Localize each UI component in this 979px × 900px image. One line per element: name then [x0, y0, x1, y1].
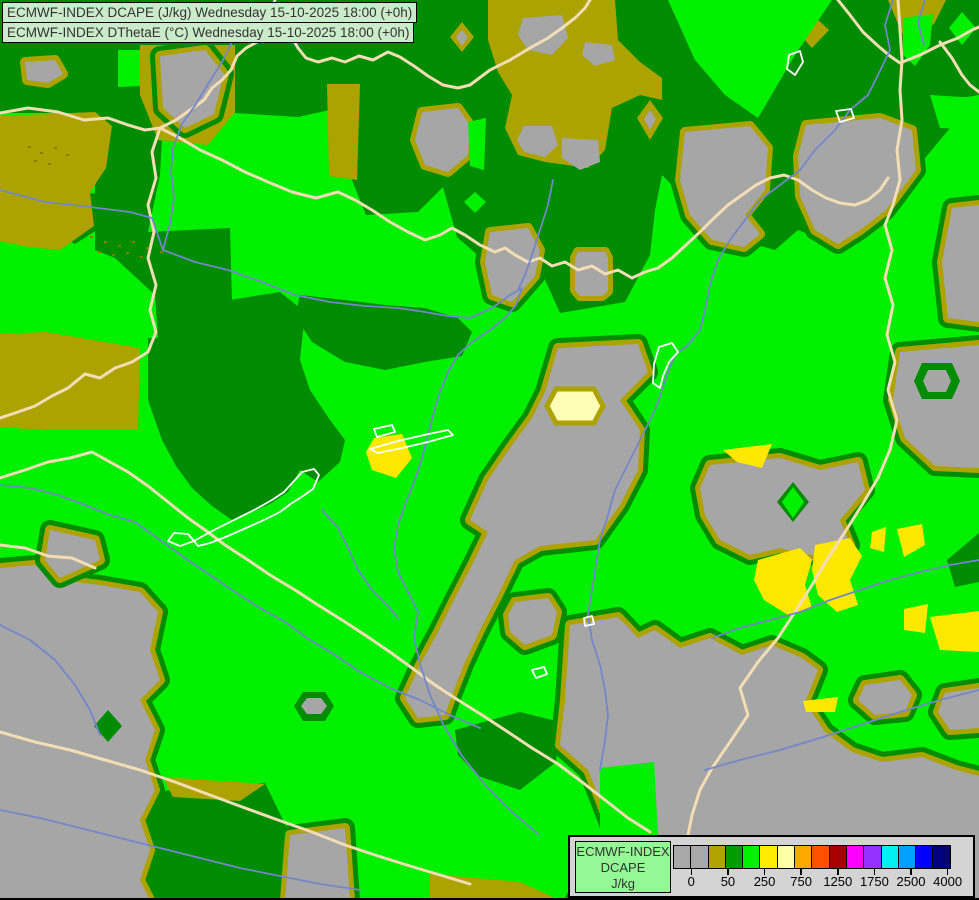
region-pale-yellow — [544, 386, 606, 426]
terrain-dot — [140, 256, 143, 258]
region-dark-green — [148, 783, 288, 900]
terrain-dot — [28, 146, 31, 148]
region-gray — [0, 565, 160, 900]
legend-swatch — [811, 845, 830, 869]
weather-map: ECMWF-INDEX DCAPE (J/kg) Wednesday 15-10… — [0, 0, 979, 900]
legend-title-model: ECMWF-INDEX — [576, 844, 670, 859]
region-olive — [327, 84, 360, 180]
terrain-dot — [34, 160, 37, 162]
legend-swatch — [863, 845, 882, 869]
legend-swatch — [776, 845, 796, 869]
map-title-dcape: ECMWF-INDEX DCAPE (J/kg) Wednesday 15-10… — [2, 2, 418, 23]
legend-swatch — [742, 845, 761, 869]
terrain-dot — [132, 241, 135, 243]
weather-map-canvas — [0, 0, 979, 900]
terrain-dot — [98, 251, 101, 253]
legend-swatch — [759, 845, 778, 869]
terrain-dot — [48, 163, 51, 165]
legend-title-unit: J/kg — [611, 876, 635, 891]
legend-swatch — [794, 845, 813, 869]
legend-swatch — [724, 845, 744, 869]
region-olive — [0, 332, 140, 430]
overlay-bright-green — [468, 118, 486, 170]
color-scale-legend: ECMWF-INDEX DCAPE J/kg 0 50 250 750 1250 1750… — [568, 835, 975, 898]
region-gray — [285, 828, 350, 900]
legend-swatch — [673, 845, 692, 869]
legend-swatch — [915, 845, 934, 869]
terrain-dot — [112, 254, 115, 256]
legend-swatch — [707, 845, 726, 869]
overlay-bright-green — [600, 762, 658, 835]
terrain-dot — [160, 251, 163, 253]
region-yellow — [904, 604, 928, 633]
legend-swatch-row — [673, 845, 951, 869]
legend-swatch — [690, 845, 709, 869]
terrain-dot — [90, 236, 93, 238]
terrain-dot — [104, 241, 107, 243]
legend-tick-label: 4000 — [933, 874, 963, 889]
legend-title-param: DCAPE — [600, 860, 646, 875]
terrain-dot — [40, 152, 43, 154]
legend-swatch — [828, 845, 847, 869]
legend-swatch — [880, 845, 899, 869]
overlay-gray — [923, 370, 951, 392]
map-title-dthetae: ECMWF-INDEX DThetaE (°C) Wednesday 15-10… — [2, 22, 415, 43]
terrain-dot — [66, 154, 69, 156]
legend-title-box: ECMWF-INDEX DCAPE J/kg — [575, 841, 671, 893]
terrain-dot — [118, 245, 121, 247]
terrain-dot — [126, 252, 129, 254]
terrain-dot — [146, 247, 149, 249]
legend-swatch — [932, 845, 951, 869]
legend-swatch — [845, 845, 865, 869]
terrain-dot — [54, 147, 57, 149]
legend-swatch — [897, 845, 917, 869]
